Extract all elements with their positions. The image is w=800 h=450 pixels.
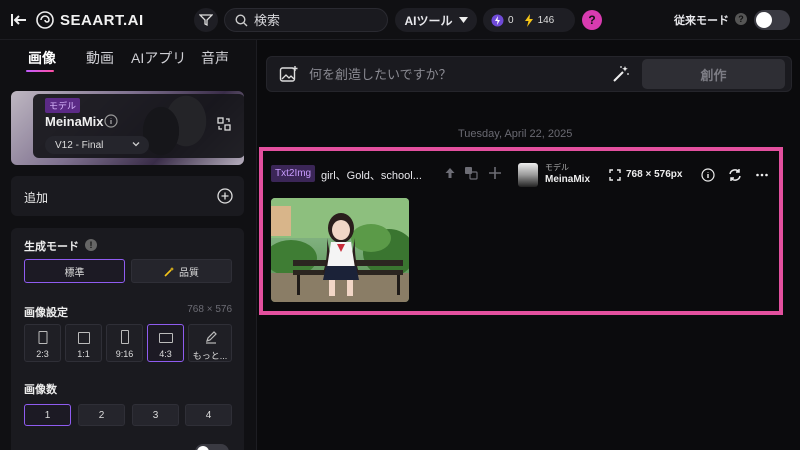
ratio-label: 4:3 — [159, 349, 172, 359]
count-2-button[interactable]: 2 — [78, 404, 125, 426]
purple-credit-count: 0 — [508, 14, 514, 26]
ratio-9-16-button[interactable]: 9:16 — [106, 324, 143, 362]
legacy-mode-toggle[interactable] — [754, 10, 790, 30]
tab-image[interactable]: 画像 — [28, 48, 56, 68]
yellow-credit-count: 146 — [537, 14, 555, 26]
square-ratio-icon — [77, 332, 90, 344]
create-button[interactable]: 創作 — [642, 59, 785, 89]
model-avatar — [518, 163, 538, 187]
image-settings-title: 画像設定 — [24, 307, 68, 319]
purple-bolt-icon — [491, 14, 504, 26]
tab-ai-apps[interactable]: AIアプリ — [131, 48, 186, 68]
ratio-label: 2:3 — [36, 349, 49, 359]
magic-wand-icon[interactable] — [612, 65, 630, 83]
brand-name: SEAART.AI — [60, 11, 144, 29]
regenerate-icon[interactable] — [728, 168, 742, 182]
yellow-bolt-icon — [524, 13, 533, 27]
chevron-down-icon — [132, 142, 140, 147]
help-button[interactable]: ? — [582, 10, 602, 30]
mode-standard-label: 標準 — [64, 267, 85, 279]
ai-tools-label: AIツール — [404, 13, 453, 28]
ratio-1-1-button[interactable]: 1:1 — [65, 324, 102, 362]
expand-icon — [609, 169, 621, 181]
ratio-4-3-button[interactable]: 4:3 — [147, 324, 184, 362]
image-dimensions: 768 × 576 — [187, 304, 232, 315]
ratio-2-3-button[interactable]: 2:3 — [24, 324, 61, 362]
generation-sidebar: 画像 動画 AIアプリ 音声 モデル MeinaMix V12 - Final — [0, 40, 257, 450]
result-model-tag: モデル — [545, 163, 569, 172]
translate-icon[interactable] — [464, 166, 478, 180]
image-count-title: 画像数 — [24, 384, 57, 396]
legacy-mode-label: 従来モード — [674, 15, 729, 27]
result-size: 768 × 576px — [626, 169, 683, 180]
result-model-name[interactable]: MeinaMix — [545, 174, 590, 185]
model-name: MeinaMix — [45, 114, 104, 129]
add-circle-icon[interactable] — [217, 188, 233, 204]
ratio-label: 9:16 — [115, 349, 134, 359]
mode-quality-button[interactable]: 品質 — [131, 259, 232, 283]
model-info-panel: モデル MeinaMix V12 - Final — [33, 94, 244, 158]
legacy-mode-help-icon[interactable]: ? — [735, 13, 747, 25]
quality-icon — [164, 266, 174, 277]
logo[interactable]: SEAART.AI — [36, 10, 144, 30]
count-4-button[interactable]: 4 — [185, 404, 232, 426]
collapse-sidebar-icon[interactable] — [10, 11, 28, 29]
toggle-knob — [197, 446, 209, 450]
mode-standard-button[interactable]: 標準 — [24, 259, 125, 283]
active-tab-indicator — [26, 70, 54, 72]
add-section[interactable]: 追加 — [11, 176, 244, 216]
seaart-logo-icon — [36, 11, 54, 29]
tall-ratio-icon — [120, 330, 129, 344]
ai-tools-dropdown[interactable]: AIツール — [395, 8, 477, 32]
search-icon — [235, 13, 248, 26]
caret-down-icon — [458, 17, 468, 23]
prompt-input[interactable] — [309, 65, 589, 83]
history-date: Tuesday, April 22, 2025 — [458, 128, 573, 140]
mode-tabs: 画像 動画 AIアプリ 音声 — [0, 40, 256, 74]
toggle-knob — [756, 12, 772, 28]
portrait-ratio-icon — [38, 331, 47, 344]
search-input[interactable] — [254, 12, 374, 28]
model-card[interactable]: モデル MeinaMix V12 - Final — [11, 91, 244, 165]
landscape-ratio-icon — [158, 333, 173, 343]
generation-mode-title: 生成モード — [24, 241, 79, 253]
setting-toggle[interactable] — [195, 444, 229, 450]
result-prompt[interactable]: girl、Gold、school... — [321, 167, 436, 183]
add-label: 追加 — [24, 191, 49, 205]
search-box[interactable] — [224, 8, 388, 32]
ratio-label: 1:1 — [77, 349, 90, 359]
ratio-label: もっと... — [192, 351, 228, 361]
generation-settings-card: 生成モード ! 標準 品質 画像設定 768 × 576 2:3 1:1 9:1… — [11, 228, 244, 450]
plus-icon[interactable] — [488, 166, 502, 180]
generated-image-thumbnail[interactable] — [271, 198, 409, 302]
generation-mode-help-icon[interactable]: ! — [85, 239, 97, 251]
count-3-button[interactable]: 3 — [132, 404, 179, 426]
tab-video[interactable]: 動画 — [86, 48, 114, 68]
more-options-icon[interactable] — [755, 168, 769, 182]
top-bar: SEAART.AI AIツール 0 146 ? 従来モード ? — [0, 0, 800, 40]
count-1-button[interactable]: 1 — [24, 404, 71, 426]
info-icon[interactable] — [701, 168, 715, 182]
filter-icon — [199, 14, 213, 27]
prompt-bar: 創作 — [266, 56, 792, 92]
info-icon[interactable] — [104, 114, 118, 128]
generation-result-card: Txt2Img girl、Gold、school... モデル MeinaMix… — [259, 147, 783, 315]
upload-arrow-icon[interactable] — [443, 166, 457, 180]
image-upload-icon[interactable] — [279, 65, 299, 83]
model-tag: モデル — [45, 98, 81, 113]
filter-button[interactable] — [194, 8, 218, 32]
swap-model-icon[interactable] — [216, 116, 232, 132]
ratio-more-button[interactable]: もっと... — [188, 324, 232, 362]
model-version-label: V12 - Final — [55, 139, 104, 151]
edit-pencil-icon — [206, 331, 217, 344]
credits-display[interactable]: 0 146 — [483, 8, 575, 32]
mode-quality-label: 品質 — [179, 267, 199, 279]
tab-audio[interactable]: 音声 — [201, 48, 229, 68]
model-version-select[interactable]: V12 - Final — [45, 136, 149, 154]
txt2img-badge: Txt2Img — [271, 165, 316, 182]
